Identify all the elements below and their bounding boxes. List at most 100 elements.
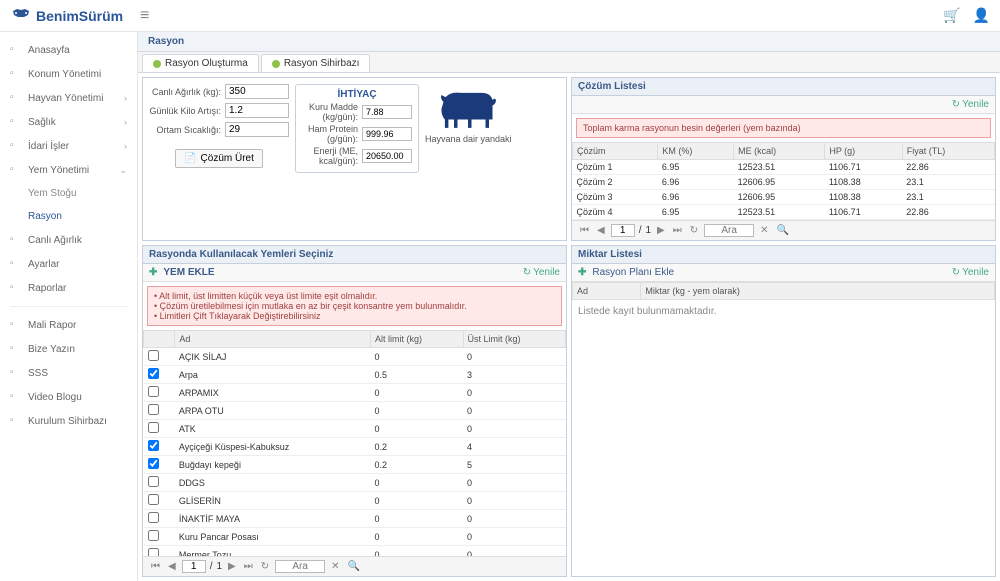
nav-icon: ▫ [10, 92, 22, 104]
search-icon[interactable]: 🔍 [775, 225, 791, 236]
table-row[interactable]: Mermer Tozu00 [144, 546, 566, 557]
sidebar-item[interactable]: ▫Kurulum Sihirbazı [0, 409, 137, 433]
sidebar-item[interactable]: ▫Konum Yönetimi [0, 62, 137, 86]
pager-last-icon[interactable]: ⏭ [242, 561, 255, 572]
sidebar-item[interactable]: Yem Stoğu [0, 182, 137, 205]
add-plan-button[interactable]: Rasyon Planı Ekle [592, 267, 674, 278]
dm-input[interactable] [362, 105, 412, 119]
cow-silhouette-icon [433, 84, 503, 134]
pager-first-icon[interactable]: ⏮ [578, 225, 591, 236]
pager-page-input[interactable] [611, 224, 635, 237]
feed-checkbox[interactable] [148, 458, 159, 469]
sidebar-item[interactable]: ▫Canlı Ağırlık [0, 228, 137, 252]
sidebar-item[interactable]: ▫Bize Yazın [0, 337, 137, 361]
solutions-note: Toplam karma rasyonun besin değerleri (y… [576, 118, 991, 138]
amounts-table: AdMiktar (kg - yem olarak) [572, 282, 995, 300]
dm-label: Kuru Madde (kg/gün): [302, 102, 358, 122]
tab-rasyon-sihirbazi[interactable]: Rasyon Sihirbazı [261, 54, 371, 72]
table-row[interactable]: Ayçiçeği Küspesi-Kabuksuz0.24 [144, 438, 566, 456]
solve-button[interactable]: 📄Çözüm Üret [175, 149, 263, 168]
needs-heading: İHTİYAÇ [302, 89, 412, 100]
feed-checkbox[interactable] [148, 530, 159, 541]
nav-icon: ▫ [10, 44, 22, 56]
search-clear-icon[interactable]: ✕ [758, 225, 770, 236]
solutions-search-input[interactable] [704, 224, 754, 237]
sidebar-item[interactable]: ▫İdari İşler› [0, 134, 137, 158]
solutions-pager: ⏮◀ /1 ▶⏭ ↻ ✕🔍 [572, 220, 995, 240]
me-input[interactable] [362, 149, 412, 163]
temp-input[interactable] [225, 122, 289, 137]
nav-icon: ▫ [10, 116, 22, 128]
temp-label: Ortam Sıcaklığı: [149, 125, 221, 135]
table-row[interactable]: Kuru Pancar Posası00 [144, 528, 566, 546]
solutions-refresh[interactable]: ↻ Yenile [952, 99, 989, 110]
pager-next-icon[interactable]: ▶ [226, 561, 238, 572]
sidebar-item[interactable]: ▫Ayarlar [0, 252, 137, 276]
table-row[interactable]: ARPA OTU00 [144, 402, 566, 420]
table-row[interactable]: ATK00 [144, 420, 566, 438]
nav-icon: ▫ [10, 140, 22, 152]
feed-checkbox[interactable] [148, 386, 159, 397]
feed-checkbox[interactable] [148, 368, 159, 379]
sidebar-item[interactable]: ▫Sağlık› [0, 110, 137, 134]
brand-logo[interactable]: BenimSürüm [10, 7, 130, 25]
feed-checkbox[interactable] [148, 350, 159, 361]
sidebar-item[interactable]: Rasyon [0, 205, 137, 228]
feed-checkbox[interactable] [148, 476, 159, 487]
chevron-icon: › [124, 141, 127, 151]
sidebar-item[interactable]: ▫Raporlar [0, 276, 137, 300]
table-row[interactable]: ARPAMIX00 [144, 384, 566, 402]
sidebar-item[interactable]: ▫SSS [0, 361, 137, 385]
hp-input[interactable] [362, 127, 412, 141]
feed-checkbox[interactable] [148, 404, 159, 415]
feed-checkbox[interactable] [148, 512, 159, 523]
weight-input[interactable] [225, 84, 289, 99]
needs-panel: Canlı Ağırlık (kg): Günlük Kilo Artışı: … [142, 77, 567, 241]
menu-toggle-icon[interactable]: ≡ [140, 7, 149, 25]
tab-rasyon-olusturma[interactable]: Rasyon Oluşturma [142, 54, 259, 72]
sidebar-item[interactable]: ▫Hayvan Yönetimi› [0, 86, 137, 110]
user-icon[interactable]: 👤 [973, 7, 990, 24]
sidebar-item[interactable]: ▫Anasayfa [0, 38, 137, 62]
pager-prev-icon[interactable]: ◀ [595, 225, 607, 236]
cart-icon[interactable]: 🛒 [943, 7, 960, 24]
solutions-panel: Çözüm Listesi ↻ Yenile Toplam karma rasy… [571, 77, 996, 241]
pager-refresh-icon[interactable]: ↻ [688, 225, 700, 236]
table-row[interactable]: Arpa0.53 [144, 366, 566, 384]
feeds-refresh[interactable]: ↻ Yenile [523, 267, 560, 278]
search-clear-icon[interactable]: ✕ [329, 561, 341, 572]
table-row[interactable]: Çözüm 36.9612606.951108.3823.1 [573, 190, 995, 205]
table-row[interactable]: DDGS00 [144, 474, 566, 492]
sidebar-item[interactable]: ▫Mali Rapor [0, 313, 137, 337]
search-icon[interactable]: 🔍 [346, 561, 362, 572]
feeds-head: Rasyonda Kullanılacak Yemleri Seçiniz [143, 246, 566, 264]
pager-prev-icon[interactable]: ◀ [166, 561, 178, 572]
table-row[interactable]: İNAKTİF MAYA00 [144, 510, 566, 528]
feed-checkbox[interactable] [148, 440, 159, 451]
pager-refresh-icon[interactable]: ↻ [259, 561, 271, 572]
feed-checkbox[interactable] [148, 422, 159, 433]
pager-first-icon[interactable]: ⏮ [149, 561, 162, 572]
table-row[interactable]: Buğdayı kepeği0.25 [144, 456, 566, 474]
pager-next-icon[interactable]: ▶ [655, 225, 667, 236]
pager-last-icon[interactable]: ⏭ [671, 225, 684, 236]
feed-checkbox[interactable] [148, 494, 159, 505]
table-row[interactable]: Çözüm 16.9512523.511106.7122.86 [573, 160, 995, 175]
table-row[interactable]: AÇIK SİLAJ00 [144, 348, 566, 366]
feed-checkbox[interactable] [148, 548, 159, 556]
gain-input[interactable] [225, 103, 289, 118]
topbar: BenimSürüm ≡ 🛒 👤 [0, 0, 1000, 32]
feeds-search-input[interactable] [275, 560, 325, 573]
nav-icon: ▫ [10, 391, 22, 403]
pager-page-input[interactable] [182, 560, 206, 573]
sidebar-item[interactable]: ▫Video Blogu [0, 385, 137, 409]
solutions-table: ÇözümKM (%)ME (kcal)HP (g)Fiyat (TL)Çözü… [572, 142, 995, 220]
add-feed-button[interactable]: YEM EKLE [163, 267, 214, 278]
sidebar-item[interactable]: ▫Yem Yönetimi⌄ [0, 158, 137, 182]
amounts-refresh[interactable]: ↻ Yenile [952, 267, 989, 278]
nav-icon: ▫ [10, 367, 22, 379]
table-row[interactable]: Çözüm 26.9612606.951108.3823.1 [573, 175, 995, 190]
table-row[interactable]: GLİSERİN00 [144, 492, 566, 510]
table-row[interactable]: Çözüm 46.9512523.511106.7122.86 [573, 205, 995, 220]
feeds-panel: Rasyonda Kullanılacak Yemleri Seçiniz ✚ … [142, 245, 567, 577]
